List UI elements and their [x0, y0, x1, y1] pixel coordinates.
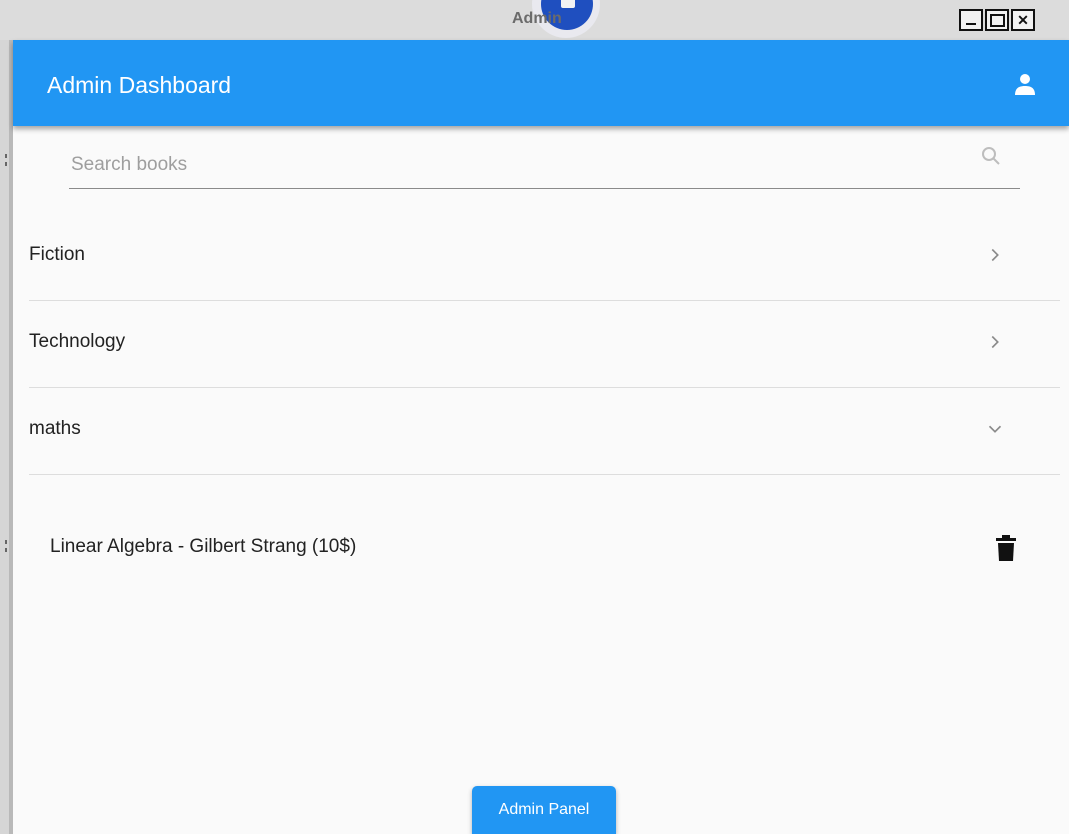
person-icon[interactable]: [1013, 72, 1037, 96]
window-title: Admin: [512, 10, 562, 27]
book-list-item: Linear Algebra - Gilbert Strang (10$): [50, 536, 357, 557]
close-icon: ✕: [1017, 11, 1029, 28]
category-label: Technology: [29, 331, 126, 352]
maximize-button[interactable]: [985, 9, 1009, 31]
edge-handle-top: [0, 150, 9, 170]
search-field: [69, 140, 1020, 189]
search-icon[interactable]: [979, 144, 1003, 168]
page-title: Admin Dashboard: [47, 72, 232, 98]
edge-handle-bottom: [0, 536, 9, 556]
minimize-button[interactable]: [959, 9, 983, 31]
chevron-right-icon: [991, 335, 999, 349]
admin-panel-button[interactable]: Admin Panel: [472, 786, 616, 834]
app-surface: Admin Dashboard Fiction Technology maths…: [13, 40, 1069, 834]
category-label: maths: [29, 418, 81, 439]
close-button[interactable]: ✕: [1011, 9, 1035, 31]
category-item-technology[interactable]: Technology: [29, 301, 1060, 388]
window-titlebar: Admin ✕: [0, 0, 1069, 40]
chevron-right-icon: [991, 248, 999, 262]
minimize-icon: [966, 23, 976, 25]
app-logo-document-icon: [561, 0, 575, 8]
trash-icon[interactable]: [993, 534, 1019, 562]
chevron-down-icon: [988, 425, 1002, 433]
category-label: Fiction: [29, 244, 85, 265]
app-bar: Admin Dashboard: [13, 40, 1069, 126]
search-input[interactable]: [69, 150, 973, 180]
maximize-icon: [989, 13, 1005, 27]
category-item-maths[interactable]: maths: [29, 388, 1060, 475]
category-item-fiction[interactable]: Fiction: [29, 214, 1060, 301]
